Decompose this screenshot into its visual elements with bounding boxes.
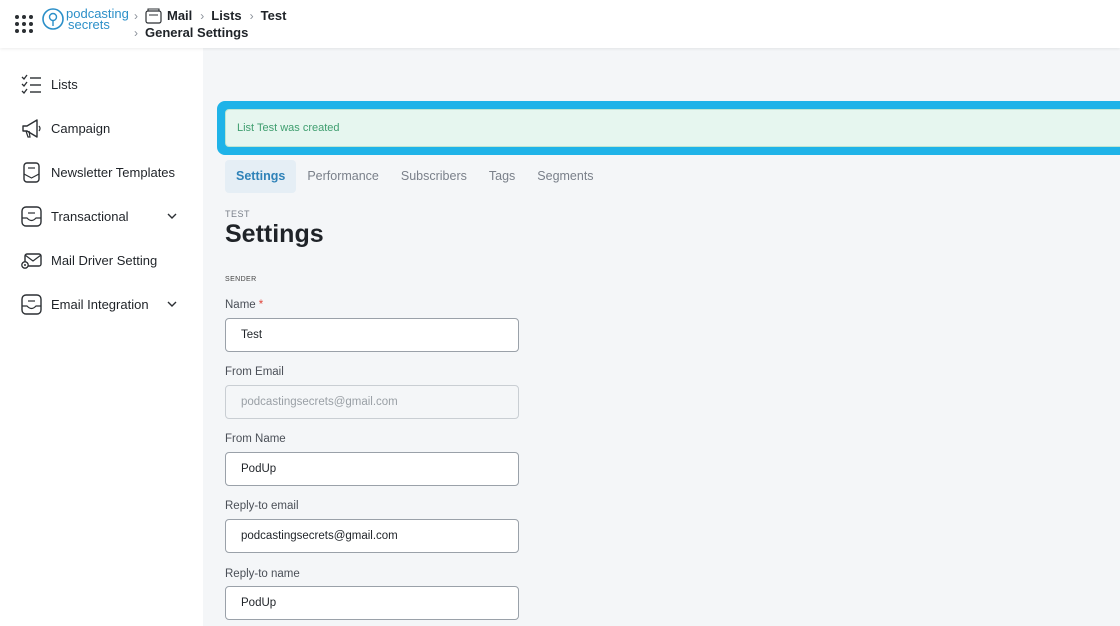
sidebar-item-label: Transactional [51,208,129,224]
reply-to-email-input[interactable] [225,519,519,553]
required-marker: * [258,299,264,311]
sidebar-item-label: Campaign [51,120,111,136]
sidebar-item-label: Mail Driver Setting [51,252,158,268]
chevron-right-icon: › [134,8,138,23]
from-name-input[interactable] [225,452,519,486]
top-bar: podcasting secrets › Mail › Lists › Test… [0,0,1120,48]
reply-to-name-label: Reply-to name [225,568,300,580]
megaphone-icon [22,118,41,138]
chevron-right-icon: › [249,8,254,23]
tab-settings[interactable]: Settings [225,160,297,193]
newsletter-icon [23,161,40,183]
chevron-right-icon: › [200,8,205,23]
sidebar: Lists Campaign Newsletter Templates Tran… [0,48,203,626]
from-email-label: From Email [225,366,284,378]
apps-grid-icon[interactable] [15,15,33,33]
sidebar-item-label: Email Integration [51,296,149,312]
sidebar-item-mail-driver-setting[interactable]: Mail Driver Setting [20,246,190,274]
chevron-down-icon[interactable] [166,210,178,222]
chevron-right-icon: › [134,25,138,40]
podcast-logo-icon [42,8,64,30]
mail-gear-icon [21,252,42,269]
name-label-text: Name [225,299,256,311]
sidebar-item-email-integration[interactable]: Email Integration [20,290,190,318]
inbox-icon [21,293,42,315]
name-input[interactable] [225,318,519,352]
breadcrumb-mail[interactable]: Mail [167,8,192,23]
reply-to-name-input[interactable] [225,586,519,620]
sidebar-item-label: Lists [51,76,78,92]
from-email-input [225,385,519,419]
page-title: Settings [225,220,324,248]
reply-to-email-label: Reply-to email [225,500,299,512]
breadcrumb-general-settings: General Settings [145,25,249,40]
sidebar-item-newsletter-templates[interactable]: Newsletter Templates [20,158,190,186]
app-logo[interactable]: podcasting secrets [42,7,129,31]
success-alert: List Test was created [217,101,1120,155]
mail-app-icon [145,7,162,24]
tab-performance[interactable]: Performance [296,160,390,193]
alert-message: List Test was created [237,122,340,134]
breadcrumb-lists[interactable]: Lists [211,8,241,23]
sidebar-item-campaign[interactable]: Campaign [20,114,190,142]
sidebar-item-label: Newsletter Templates [51,164,176,180]
breadcrumb: › Mail › Lists › Test › General Settings [134,7,294,41]
tab-bar: Settings Performance Subscribers Tags Se… [225,160,605,193]
section-heading: SENDER [225,276,257,283]
tab-tags[interactable]: Tags [478,160,526,193]
tab-segments[interactable]: Segments [526,160,604,193]
tab-subscribers[interactable]: Subscribers [390,160,478,193]
name-label: Name * [225,299,263,311]
page-eyebrow: TEST [225,209,251,219]
from-name-label: From Name [225,433,286,445]
inbox-icon [21,205,42,227]
main-content: List Test was created Settings Performan… [203,48,1120,626]
sidebar-item-transactional[interactable]: Transactional [20,202,190,230]
checklist-icon [21,74,41,94]
breadcrumb-test[interactable]: Test [261,8,287,23]
sidebar-item-lists[interactable]: Lists [20,70,190,98]
chevron-down-icon[interactable] [166,298,178,310]
